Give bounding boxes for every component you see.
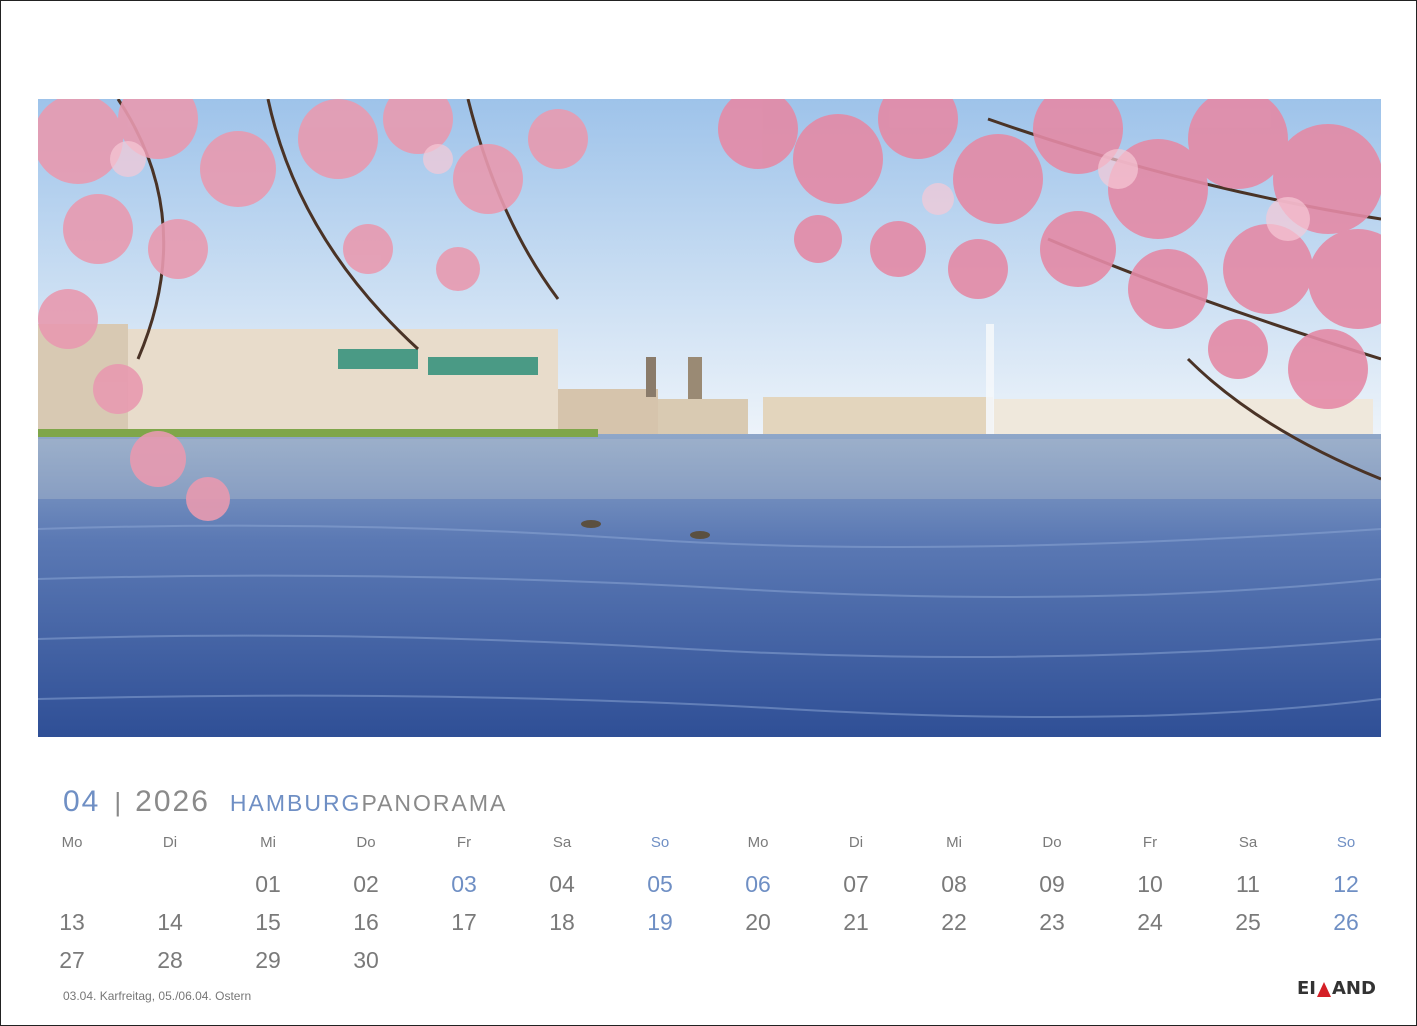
- day-cell: 04: [549, 871, 575, 897]
- day-cell: 02: [353, 871, 379, 897]
- weekday-label: Do: [356, 834, 376, 851]
- day-cell: 11: [1236, 871, 1260, 897]
- header-separator: |: [114, 787, 122, 817]
- day-cell-holiday: 03: [451, 871, 477, 897]
- day-cell-holiday: 06: [745, 871, 771, 897]
- day-cell: 08: [941, 871, 967, 897]
- weekday-label: Do: [1042, 834, 1062, 851]
- panorama-photo: [38, 99, 1381, 737]
- weekday-label-sunday: So: [650, 834, 670, 851]
- day-cell: 23: [1039, 909, 1065, 935]
- logo-text-start: EI: [1297, 978, 1316, 999]
- day-cell: 25: [1235, 909, 1261, 935]
- month-header: 04 | 2026 HAMBURG PANORAMA: [63, 785, 507, 825]
- day-cell-sunday: 26: [1333, 909, 1359, 935]
- day-cell: 21: [843, 909, 869, 935]
- day-cell: 22: [941, 909, 967, 935]
- day-cell: 18: [549, 909, 575, 935]
- eiland-logo: EI AND: [1297, 978, 1376, 999]
- weekday-label: Di: [162, 834, 178, 851]
- weekday-label: Mi: [260, 834, 276, 851]
- day-cell: 28: [157, 947, 183, 973]
- day-cell: 14: [157, 909, 183, 935]
- day-cell-holiday: 05: [647, 871, 673, 897]
- day-cell: 13: [59, 909, 85, 935]
- weekday-label: Mi: [946, 834, 962, 851]
- weekday-label: Sa: [1238, 834, 1258, 851]
- title-panorama: PANORAMA: [361, 790, 508, 816]
- weekday-label: Mo: [61, 834, 83, 851]
- weekday-label: Sa: [552, 834, 572, 851]
- day-cell: 27: [59, 947, 85, 973]
- title-hamburg: HAMBURG: [229, 790, 362, 816]
- holiday-footnote: 03.04. Karfreitag, 05./06.04. Ostern: [63, 989, 252, 1003]
- weekday-label: Fr: [1142, 834, 1158, 851]
- logo-triangle-icon: [1317, 982, 1331, 997]
- month-number: 04: [63, 785, 101, 818]
- day-cell: 01: [255, 871, 281, 897]
- day-cell: 10: [1137, 871, 1163, 897]
- day-cell: 29: [255, 947, 281, 973]
- year: 2026: [135, 785, 210, 818]
- day-cell: 07: [843, 871, 869, 897]
- day-cell: 20: [745, 909, 771, 935]
- day-cell: 17: [451, 909, 477, 935]
- calendar-page: 04 | 2026 HAMBURG PANORAMA Mo Di Mi Do Fr…: [0, 0, 1417, 1026]
- hamburg-lake-cherry-blossom-image: [38, 99, 1381, 737]
- logo-text-end: AND: [1332, 978, 1376, 999]
- day-cell: 24: [1137, 909, 1163, 935]
- weekday-label: Fr: [456, 834, 472, 851]
- weekday-label: Di: [848, 834, 864, 851]
- day-cell: 16: [353, 909, 379, 935]
- day-cell: 30: [353, 947, 379, 973]
- day-cell-sunday: 12: [1333, 871, 1359, 897]
- day-cell: 15: [255, 909, 281, 935]
- weekday-label-sunday: So: [1336, 834, 1356, 851]
- day-cell: 09: [1039, 871, 1065, 897]
- day-cell-sunday: 19: [647, 909, 673, 935]
- weekday-label: Mo: [747, 834, 769, 851]
